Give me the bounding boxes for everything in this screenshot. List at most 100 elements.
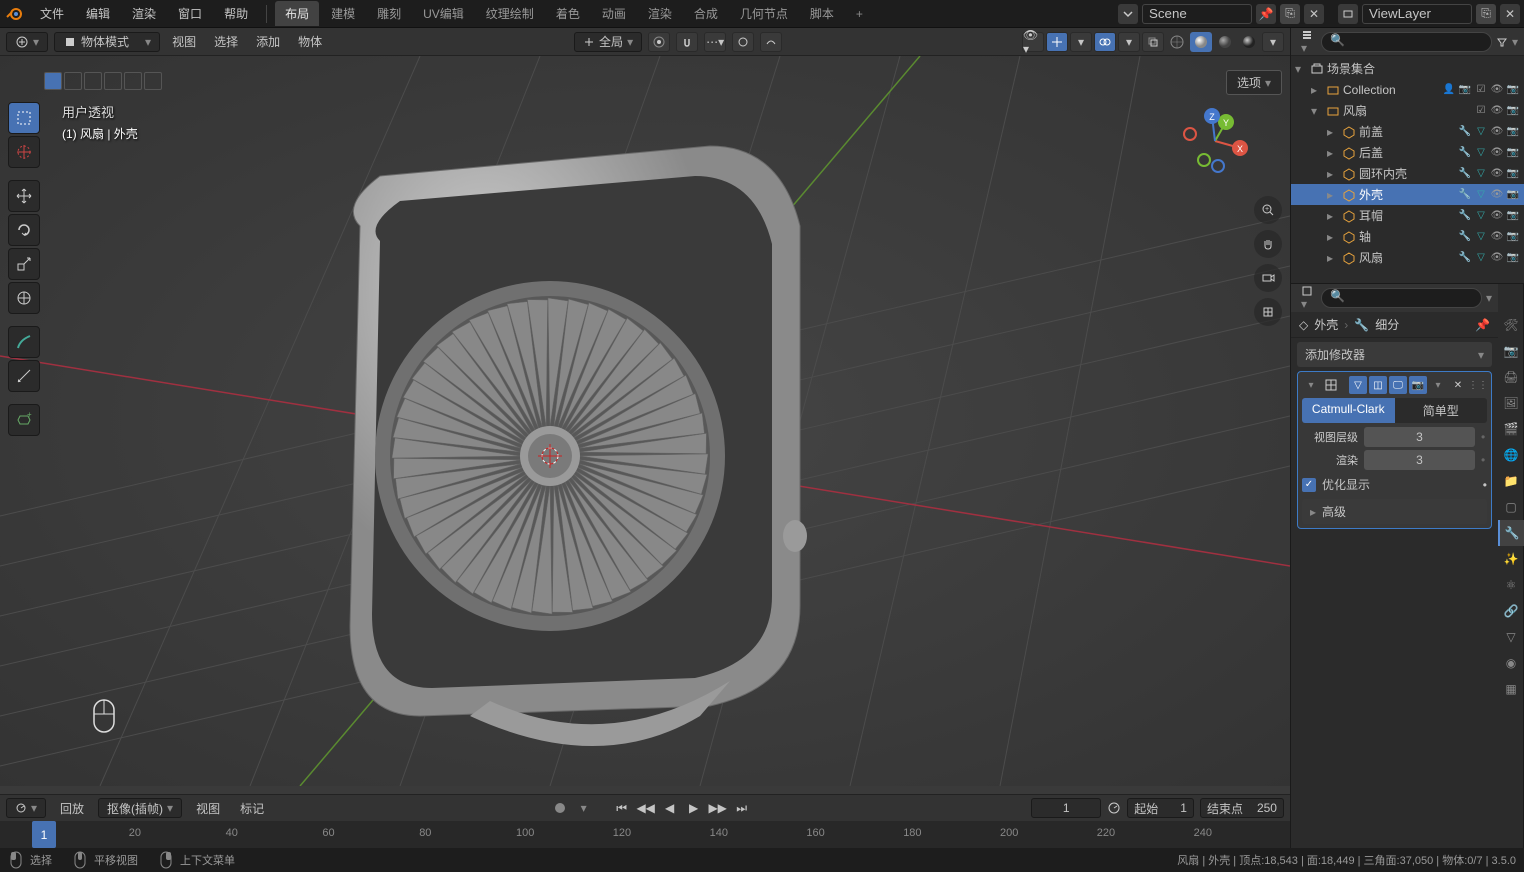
modifier-extra[interactable]: ⋮⋮ bbox=[1469, 376, 1487, 394]
tab-output[interactable]: 🖨 bbox=[1498, 364, 1524, 390]
exclude-toggle[interactable]: ☑ bbox=[1474, 104, 1488, 118]
scene-browse-icon[interactable] bbox=[1118, 4, 1138, 24]
modifier-cage-toggle[interactable]: ◫ bbox=[1369, 376, 1387, 394]
outliner-item[interactable]: ▸风扇🔧▽👁📷 bbox=[1291, 247, 1524, 268]
tab-mesh[interactable]: ▽ bbox=[1498, 624, 1524, 650]
menu-file[interactable]: 文件 bbox=[30, 1, 74, 26]
workspace-compositing[interactable]: 合成 bbox=[684, 1, 728, 26]
menu-edit[interactable]: 编辑 bbox=[76, 1, 120, 26]
end-frame-field[interactable]: 结束点250 bbox=[1200, 798, 1284, 818]
eye-toggle[interactable]: 👁 bbox=[1490, 188, 1504, 202]
tab-tool[interactable]: 🛠 bbox=[1498, 312, 1524, 338]
outliner-item[interactable]: ▸耳帽🔧▽👁📷 bbox=[1291, 205, 1524, 226]
header-object[interactable]: 物体 bbox=[292, 31, 328, 52]
tab-material[interactable]: ◉ bbox=[1498, 650, 1524, 676]
add-modifier-dropdown[interactable]: 添加修改器 ▾ bbox=[1297, 342, 1492, 367]
workspace-rendering[interactable]: 渲染 bbox=[638, 1, 682, 26]
tool-annotate[interactable] bbox=[8, 326, 40, 358]
outliner-item[interactable]: ▸轴🔧▽👁📷 bbox=[1291, 226, 1524, 247]
tab-render[interactable]: 📷 bbox=[1498, 338, 1524, 364]
props-search[interactable]: 🔍 bbox=[1321, 288, 1482, 308]
optimal-display-checkbox[interactable]: ✓ bbox=[1302, 478, 1316, 492]
outliner-item[interactable]: ▸后盖🔧▽👁📷 bbox=[1291, 142, 1524, 163]
outliner-item[interactable]: ▸圆环内壳🔧▽👁📷 bbox=[1291, 163, 1524, 184]
autokey-toggle[interactable] bbox=[549, 798, 571, 818]
gizmo-toggle[interactable] bbox=[1046, 32, 1068, 52]
tab-texture[interactable]: ▦ bbox=[1498, 676, 1524, 702]
shading-wireframe[interactable] bbox=[1166, 32, 1188, 52]
nav-gizmo[interactable]: X Y Z bbox=[1180, 106, 1250, 176]
scene-name-input[interactable] bbox=[1142, 4, 1252, 24]
playhead[interactable]: 1 bbox=[32, 821, 56, 848]
current-frame-field[interactable]: 1 bbox=[1031, 798, 1101, 818]
workspace-sculpting[interactable]: 雕刻 bbox=[367, 1, 411, 26]
scene-new-icon[interactable]: ⎘ bbox=[1280, 4, 1300, 24]
workspace-modeling[interactable]: 建模 bbox=[321, 1, 365, 26]
render-toggle[interactable]: 📷 bbox=[1506, 251, 1520, 265]
tool-cursor[interactable] bbox=[8, 136, 40, 168]
tab-world[interactable]: 🌐 bbox=[1498, 442, 1524, 468]
viewlayer-browse-icon[interactable] bbox=[1338, 4, 1358, 24]
render-toggle[interactable]: 📷 bbox=[1506, 83, 1520, 97]
nav-pan-icon[interactable] bbox=[1254, 230, 1282, 258]
snap-toggle[interactable] bbox=[676, 32, 698, 52]
viewport-3d[interactable]: + 用户透视 (1) 风扇 | 外壳 选项▾ X Y Z bbox=[0, 56, 1290, 794]
tab-scene[interactable]: 🎬 bbox=[1498, 416, 1524, 442]
subdiv-catmull[interactable]: Catmull-Clark bbox=[1302, 398, 1395, 423]
workspace-uv[interactable]: UV编辑 bbox=[413, 1, 474, 26]
timeline-marker[interactable]: 标记 bbox=[234, 798, 270, 819]
pin-icon[interactable]: 📌 bbox=[1475, 318, 1490, 332]
transport-start[interactable]: ⏮ bbox=[611, 798, 633, 818]
tool-transform[interactable] bbox=[8, 282, 40, 314]
tab-collection[interactable]: 📁 bbox=[1498, 468, 1524, 494]
shading-rendered[interactable] bbox=[1238, 32, 1260, 52]
tab-constraints[interactable]: 🔗 bbox=[1498, 598, 1524, 624]
tool-rotate[interactable] bbox=[8, 214, 40, 246]
pivot-selector[interactable] bbox=[648, 32, 670, 52]
outliner-search[interactable]: 🔍 bbox=[1321, 32, 1492, 52]
editor-type-selector[interactable]: ▾ bbox=[6, 32, 48, 52]
modifier-menu-dropdown[interactable]: ▾ bbox=[1429, 376, 1447, 394]
tab-object[interactable]: ▢ bbox=[1498, 494, 1524, 520]
render-toggle[interactable]: 📷 bbox=[1506, 167, 1520, 181]
overlay-selector[interactable]: ▾ bbox=[1118, 32, 1140, 52]
render-toggle[interactable]: 📷 bbox=[1506, 188, 1520, 202]
tab-modifiers[interactable]: 🔧 bbox=[1498, 520, 1524, 546]
eye-toggle[interactable]: 👁 bbox=[1490, 146, 1504, 160]
timeline-playback[interactable]: 回放 bbox=[54, 798, 90, 819]
nav-zoom-icon[interactable]: + bbox=[1254, 196, 1282, 224]
menu-render[interactable]: 渲染 bbox=[122, 1, 166, 26]
transport-next-key[interactable]: ▶▶ bbox=[707, 798, 729, 818]
render-toggle[interactable]: 📷 bbox=[1506, 230, 1520, 244]
select-mode-4[interactable] bbox=[104, 72, 122, 90]
workspace-texture[interactable]: 纹理绘制 bbox=[476, 1, 544, 26]
proportional-selector[interactable] bbox=[760, 32, 782, 52]
autokey-selector[interactable]: ▾ bbox=[573, 798, 595, 818]
eye-toggle[interactable]: 👁 bbox=[1490, 251, 1504, 265]
timeline-track[interactable]: 1 20406080100120140160180200220240 bbox=[0, 821, 1290, 848]
eye-toggle[interactable]: 👁 bbox=[1490, 125, 1504, 139]
transport-prev-key[interactable]: ◀◀ bbox=[635, 798, 657, 818]
viewlayer-new-icon[interactable]: ⎘ bbox=[1476, 4, 1496, 24]
select-mode-1[interactable] bbox=[44, 72, 62, 90]
eye-toggle[interactable]: 👁 bbox=[1490, 230, 1504, 244]
header-add[interactable]: 添加 bbox=[250, 31, 286, 52]
start-frame-field[interactable]: 起始1 bbox=[1127, 798, 1194, 818]
viewport-levels-value[interactable]: 3 bbox=[1364, 427, 1475, 447]
nav-perspective-icon[interactable] bbox=[1254, 298, 1282, 326]
overlay-toggle[interactable] bbox=[1094, 32, 1116, 52]
eye-toggle[interactable]: 👁 bbox=[1490, 209, 1504, 223]
preview-range-toggle[interactable] bbox=[1107, 801, 1121, 815]
timeline-editor-selector[interactable]: ▾ bbox=[6, 798, 46, 818]
render-levels-value[interactable]: 3 bbox=[1364, 450, 1475, 470]
tab-viewlayer[interactable]: 🖼 bbox=[1498, 390, 1524, 416]
timeline-keying[interactable]: 抠像(插帧)▾ bbox=[98, 798, 182, 818]
tab-physics[interactable]: ⚛ bbox=[1498, 572, 1524, 598]
select-mode-2[interactable] bbox=[64, 72, 82, 90]
modifier-viewport-toggle[interactable]: 🖵 bbox=[1389, 376, 1407, 394]
tool-select-box[interactable] bbox=[8, 102, 40, 134]
props-editor-selector[interactable]: ▾ bbox=[1297, 283, 1317, 313]
workspace-layout[interactable]: 布局 bbox=[275, 1, 319, 26]
outliner-fan-collection[interactable]: ▾ 风扇 ☑ 👁 📷 bbox=[1291, 100, 1524, 121]
tab-particles[interactable]: ✨ bbox=[1498, 546, 1524, 572]
